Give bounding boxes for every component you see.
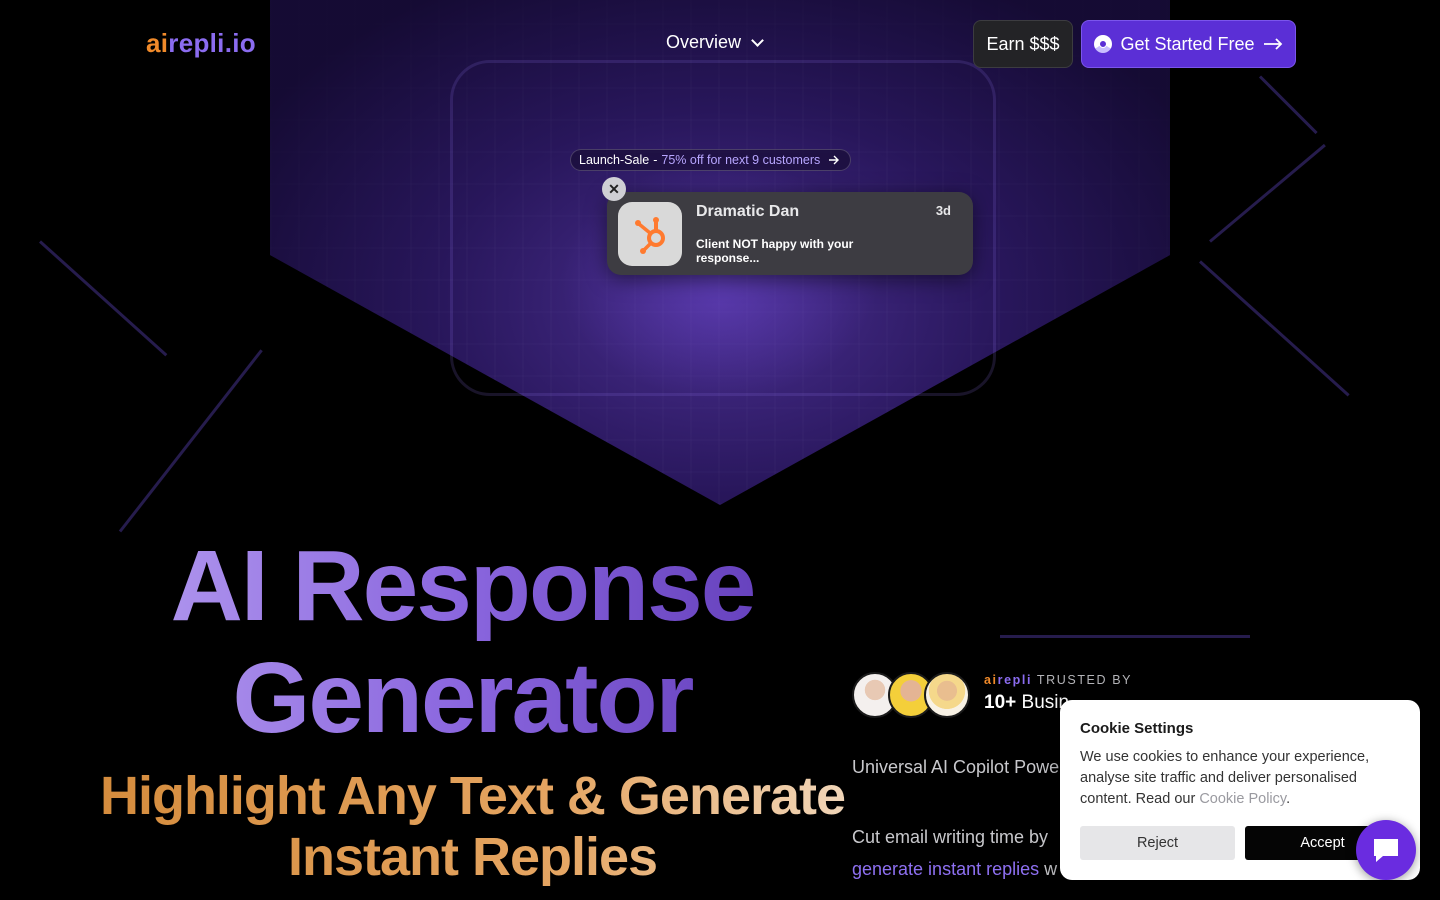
circuit-line: [1209, 143, 1326, 243]
banner-separator: -: [653, 153, 658, 167]
hero-description-secondary: Cut email writing time by generate insta…: [852, 821, 1057, 885]
launch-sale-banner[interactable]: Launch-Sale - 75% off for next 9 custome…: [570, 149, 852, 171]
logo[interactable]: airepli.io: [146, 28, 256, 59]
circuit-line: [1198, 260, 1350, 397]
arrow-right-icon: [1263, 38, 1282, 50]
get-started-label: Get Started Free: [1120, 33, 1255, 54]
chat-icon: [1374, 839, 1398, 862]
cookie-body: We use cookies to enhance your experienc…: [1080, 747, 1400, 810]
customer-avatars: [852, 672, 970, 718]
hero-subtitle: Highlight Any Text & Generate Instant Re…: [60, 766, 885, 888]
notification-card[interactable]: Dramatic Dan 3d Client NOT happy with yo…: [607, 192, 973, 275]
cookie-period: .: [1286, 791, 1291, 807]
avatar: [924, 672, 970, 718]
chevron-down-icon: [751, 34, 764, 47]
circuit-line: [118, 349, 263, 533]
notification-time: 3d: [935, 203, 951, 218]
notification-sender: Dramatic Dan: [696, 203, 800, 220]
logo-rest-text: repli.io: [168, 28, 256, 58]
trusted-by-label: airepli TRUSTED BY: [984, 673, 1132, 687]
hero-description: Universal AI Copilot Powe: [852, 757, 1060, 777]
logo-ai-text: ai: [146, 28, 169, 58]
cookie-title: Cookie Settings: [1080, 720, 1194, 737]
reject-button[interactable]: Reject: [1080, 826, 1235, 860]
business-count-number: 10+: [984, 692, 1017, 713]
description-tail: w: [1044, 859, 1058, 879]
trusted-by-text: TRUSTED BY: [1036, 673, 1133, 687]
business-count: 10+ Busin: [984, 692, 1069, 714]
circuit-line: [1258, 75, 1318, 135]
description-line: Cut email writing time by: [852, 827, 1049, 847]
generate-replies-link[interactable]: generate instant replies: [852, 859, 1039, 879]
launch-sale-offer: 75% off for next 9 customers: [661, 153, 821, 167]
hubspot-icon: [618, 202, 682, 266]
brand-rest-text: repli: [997, 673, 1033, 687]
arrow-right-icon: [829, 155, 840, 165]
earn-button[interactable]: Earn $$$: [973, 20, 1073, 68]
chrome-icon: [1094, 35, 1113, 53]
circuit-line: [38, 240, 168, 357]
cookie-policy-link[interactable]: Cookie Policy: [1199, 791, 1286, 807]
launch-sale-label: Launch-Sale: [579, 153, 650, 167]
nav-overview-dropdown[interactable]: Overview: [666, 32, 764, 53]
nav-overview-label: Overview: [666, 32, 742, 52]
notification-message: Client NOT happy with your response...: [696, 237, 854, 265]
close-icon[interactable]: ✕: [602, 177, 626, 201]
chat-button[interactable]: [1356, 820, 1416, 880]
brand-ai-text: ai: [984, 673, 998, 687]
hero-title: AI Response Generator: [60, 530, 865, 754]
circuit-line: [1000, 635, 1250, 638]
get-started-button[interactable]: Get Started Free: [1081, 20, 1296, 68]
